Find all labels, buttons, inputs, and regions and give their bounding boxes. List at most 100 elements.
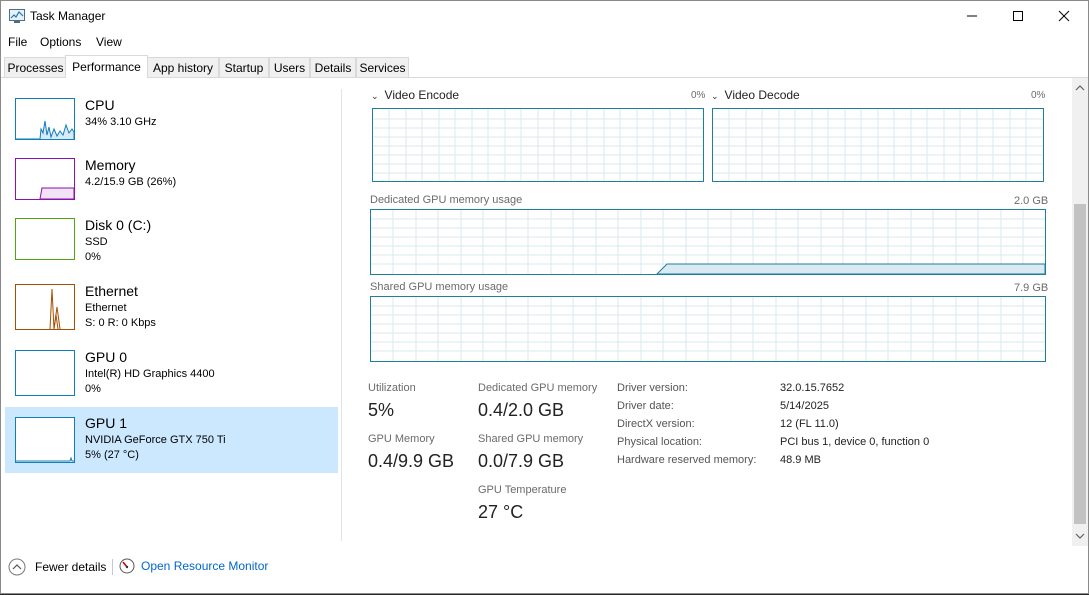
maximize-button[interactable] [995, 1, 1041, 31]
cpu-sparkline [16, 120, 74, 139]
close-button[interactable] [1041, 1, 1087, 31]
footer-bar: Fewer details Open Resource Monitor [1, 553, 1088, 583]
resource-detail: 4.2/15.9 GB (26%) [85, 176, 177, 188]
directx-version-key: DirectX version: [617, 418, 695, 430]
dedicated-memory-max: 2.0 GB [1014, 195, 1049, 207]
minimize-button[interactable] [949, 1, 995, 31]
resource-detail-2: S: 0 R: 0 Kbps [85, 317, 156, 329]
close-icon [1058, 10, 1070, 22]
chevron-down-icon: ⌄ [711, 91, 719, 101]
reserved-memory-value: 48.9 MB [780, 454, 821, 466]
shared-memory-label: Shared GPU memory [478, 433, 584, 445]
gpu1-sparkline [16, 456, 74, 462]
gpu1-thumbnail-graph [15, 417, 75, 463]
memory-sparkline [39, 187, 74, 199]
driver-date-value: 5/14/2025 [780, 400, 829, 412]
resource-title: Memory [85, 157, 136, 173]
scrollbar-thumb[interactable] [1074, 204, 1086, 524]
open-resource-monitor-label: Open Resource Monitor [141, 559, 269, 573]
resource-title: Disk 0 (C:) [85, 217, 152, 233]
driver-version-value: 32.0.15.7652 [780, 382, 845, 394]
shared-memory-graph [370, 296, 1046, 362]
resource-detail: SSD [85, 236, 108, 248]
tab-details[interactable]: Details [310, 57, 356, 77]
physical-location-key: Physical location: [617, 436, 702, 448]
tab-label: Details [314, 60, 352, 75]
chevron-up-circle-icon [8, 558, 26, 576]
tab-performance[interactable]: Performance [65, 55, 148, 78]
resource-ethernet[interactable]: Ethernet Ethernet S: 0 R: 0 Kbps [5, 275, 338, 339]
fewer-details-button[interactable]: Fewer details [8, 558, 106, 576]
reserved-memory-key: Hardware reserved memory: [617, 454, 757, 466]
resource-gpu-1[interactable]: GPU 1 NVIDIA GeForce GTX 750 Ti 5% (27 °… [5, 407, 338, 473]
dedicated-memory-graph [370, 209, 1046, 275]
resource-title: CPU [85, 97, 115, 113]
video-decode-pct: 0% [1031, 90, 1046, 101]
video-encode-label: Video Encode [384, 88, 460, 102]
resource-disk[interactable]: Disk 0 (C:) SSD 0% [5, 209, 338, 273]
dedicated-memory-chart [371, 210, 1045, 274]
tab-users[interactable]: Users [269, 57, 310, 77]
resource-detail: Intel(R) HD Graphics 4400 [85, 368, 215, 380]
tab-startup[interactable]: Startup [219, 57, 269, 77]
resource-list: CPU 34% 3.10 GHz Memory 4.2/15.9 GB (26%… [5, 89, 339, 539]
shared-memory-chart [371, 297, 1045, 361]
menu-bar: File Options View [1, 32, 1088, 52]
title-bar: Task Manager [1, 1, 1088, 31]
open-resource-monitor-link[interactable]: Open Resource Monitor [119, 558, 268, 574]
dedicated-memory-usage-label: Dedicated GPU memory usage [370, 194, 523, 206]
disk-thumbnail-graph [15, 218, 75, 260]
video-encode-graph [372, 108, 704, 182]
resource-detail: NVIDIA GeForce GTX 750 Ti [85, 434, 226, 446]
tab-services[interactable]: Services [356, 57, 409, 77]
tab-processes[interactable]: Processes [4, 57, 67, 77]
resource-detail: Ethernet [85, 302, 127, 314]
pane-divider [341, 89, 342, 541]
fewer-details-label: Fewer details [35, 560, 107, 574]
tab-bar: Processes Performance App history Startu… [1, 55, 1088, 78]
video-encode-header[interactable]: ⌄ Video Encode [371, 88, 459, 102]
resource-cpu[interactable]: CPU 34% 3.10 GHz [5, 89, 338, 153]
scroll-up-icon[interactable] [1072, 82, 1088, 94]
footer-separator [112, 559, 113, 575]
resource-memory[interactable]: Memory 4.2/15.9 GB (26%) [5, 149, 338, 213]
video-decode-header[interactable]: ⌄ Video Decode [711, 88, 800, 102]
menu-options[interactable]: Options [40, 35, 81, 49]
window-title: Task Manager [30, 9, 106, 23]
resource-gpu-0[interactable]: GPU 0 Intel(R) HD Graphics 4400 0% [5, 341, 338, 405]
shared-memory-max: 7.9 GB [1014, 282, 1049, 294]
menu-view[interactable]: View [96, 35, 122, 49]
dedicated-memory-value: 0.4/2.0 GB [478, 400, 565, 420]
resource-detail-2: 5% (27 °C) [85, 449, 139, 461]
dedicated-memory-label: Dedicated GPU memory [478, 382, 598, 394]
tab-label: Processes [7, 60, 64, 75]
utilization-label: Utilization [368, 382, 416, 394]
shared-memory-value: 0.0/7.9 GB [478, 451, 565, 471]
menu-file[interactable]: File [8, 35, 27, 49]
cpu-thumbnail-graph [15, 98, 75, 140]
video-decode-grid [713, 109, 1043, 181]
driver-version-key: Driver version: [617, 382, 688, 394]
ethernet-thumbnail-graph [15, 284, 75, 330]
gpu-temperature-label: GPU Temperature [478, 484, 567, 496]
video-encode-grid [373, 109, 703, 181]
resource-detail: 34% 3.10 GHz [85, 116, 157, 128]
resource-monitor-icon [119, 558, 135, 574]
resource-title: Ethernet [85, 283, 138, 299]
shared-memory-usage-label: Shared GPU memory usage [370, 281, 509, 293]
memory-thumbnail-graph [15, 158, 75, 200]
resource-title: GPU 0 [85, 349, 128, 365]
gpu-memory-label: GPU Memory [368, 433, 435, 445]
driver-date-key: Driver date: [617, 400, 674, 412]
video-decode-label: Video Decode [724, 88, 800, 102]
video-decode-graph [712, 108, 1044, 182]
maximize-icon [1013, 11, 1023, 21]
tab-label: App history [152, 60, 214, 75]
gpu0-thumbnail-graph [15, 350, 75, 396]
vertical-scrollbar[interactable] [1072, 78, 1088, 546]
utilization-value: 5% [368, 400, 395, 420]
video-encode-pct: 0% [691, 90, 706, 101]
tab-app-history[interactable]: App history [147, 57, 219, 77]
scroll-down-icon[interactable] [1072, 530, 1088, 542]
tab-label: Services [359, 60, 406, 75]
